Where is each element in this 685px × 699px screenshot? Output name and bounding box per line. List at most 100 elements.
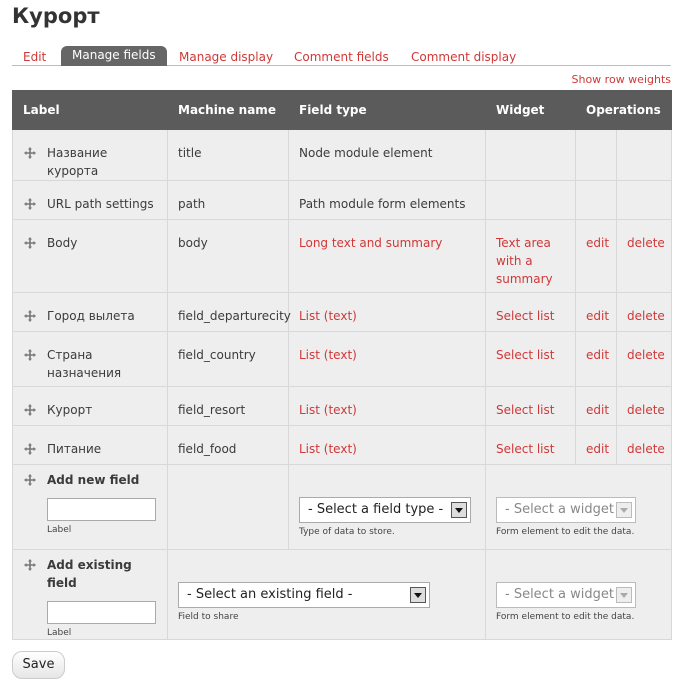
header-field-type: Field type bbox=[288, 90, 486, 130]
tab-bar: Edit Manage fields Manage display Commen… bbox=[12, 46, 671, 66]
edit-link[interactable]: edit bbox=[586, 403, 609, 417]
page-title: Курорт bbox=[12, 4, 100, 28]
table-row: Body body Long text and summary Text are… bbox=[12, 219, 673, 293]
table-header-row: Label Machine name Field type Widget Ope… bbox=[12, 90, 673, 130]
widget-link[interactable]: Select list bbox=[496, 442, 554, 456]
drag-handle-icon[interactable] bbox=[23, 236, 37, 250]
widget-select-value: - Select a widget - bbox=[505, 502, 623, 517]
add-existing-field-cell: Add existing field Label bbox=[12, 549, 168, 640]
table-row: Питание field_food List (text) Select li… bbox=[12, 425, 673, 465]
field-type-link[interactable]: List (text) bbox=[299, 309, 357, 323]
drag-handle-icon[interactable] bbox=[23, 309, 37, 323]
drag-handle-icon[interactable] bbox=[23, 558, 37, 572]
field-label: Страна назначения bbox=[47, 348, 122, 380]
save-button[interactable]: Save bbox=[12, 651, 65, 679]
delete-cell bbox=[615, 129, 673, 181]
existing-field-label-input[interactable] bbox=[47, 601, 156, 624]
new-field-label-help: Label bbox=[47, 525, 72, 535]
field-label-cell: URL path settings bbox=[12, 180, 168, 220]
table-row: Курорт field_resort List (text) Select l… bbox=[12, 386, 673, 426]
existing-field-select[interactable]: - Select an existing field - bbox=[178, 582, 430, 608]
field-type-link[interactable]: List (text) bbox=[299, 348, 357, 362]
machine-name: field_country bbox=[167, 331, 289, 387]
chevron-down-icon bbox=[451, 502, 467, 518]
edit-cell bbox=[575, 180, 617, 220]
field-type-link[interactable]: List (text) bbox=[299, 442, 357, 456]
existing-field-help: Field to share bbox=[178, 612, 239, 622]
tab-manage-display[interactable]: Manage display bbox=[179, 48, 273, 66]
drag-handle-icon[interactable] bbox=[23, 403, 37, 417]
field-label: Курорт bbox=[47, 403, 93, 417]
chevron-down-icon bbox=[616, 587, 632, 603]
field-type-help: Type of data to store. bbox=[299, 527, 395, 537]
header-machine-name: Machine name bbox=[167, 90, 289, 130]
widget-help: Form element to edit the data. bbox=[496, 612, 635, 622]
edit-link[interactable]: edit bbox=[586, 348, 609, 362]
delete-link[interactable]: delete bbox=[627, 236, 665, 250]
table-row: Название курорта title Node module eleme… bbox=[12, 129, 673, 181]
widget bbox=[485, 129, 576, 181]
empty-cell bbox=[167, 464, 289, 550]
field-type-select-value: - Select a field type - bbox=[308, 502, 444, 517]
existing-field-label-help: Label bbox=[47, 628, 72, 638]
delete-link[interactable]: delete bbox=[627, 403, 665, 417]
widget-help: Form element to edit the data. bbox=[496, 527, 635, 537]
existing-field-cell: - Select an existing field - Field to sh… bbox=[167, 549, 486, 640]
header-label: Label bbox=[12, 90, 168, 130]
existing-field-select-value: - Select an existing field - bbox=[187, 587, 353, 602]
field-label: Название курорта bbox=[47, 146, 108, 178]
tab-manage-fields[interactable]: Manage fields bbox=[61, 46, 167, 66]
edit-link[interactable]: edit bbox=[586, 236, 609, 250]
machine-name: field_resort bbox=[167, 386, 289, 426]
chevron-down-icon bbox=[616, 502, 632, 518]
machine-name: body bbox=[167, 219, 289, 293]
field-label-cell: Название курорта bbox=[12, 129, 168, 181]
fields-table: Label Machine name Field type Widget Ope… bbox=[12, 90, 673, 640]
add-new-field-title: Add new field bbox=[47, 473, 140, 487]
tab-edit[interactable]: Edit bbox=[23, 48, 46, 66]
add-existing-field-row: Add existing field Label - Select an exi… bbox=[12, 549, 673, 640]
field-label-cell: Body bbox=[12, 219, 168, 293]
widget-link[interactable]: Text area with a summary bbox=[496, 236, 553, 286]
field-label: Город вылета bbox=[47, 309, 135, 323]
header-operations: Operations bbox=[574, 90, 673, 130]
new-field-widget-select[interactable]: - Select a widget - bbox=[496, 497, 636, 523]
widget-cell: - Select a widget - Form element to edit… bbox=[484, 464, 673, 550]
drag-handle-icon[interactable] bbox=[23, 473, 37, 487]
drag-handle-icon[interactable] bbox=[23, 442, 37, 456]
edit-link[interactable]: edit bbox=[586, 442, 609, 456]
field-type-link[interactable]: List (text) bbox=[299, 403, 357, 417]
chevron-down-icon bbox=[410, 587, 426, 603]
field-type-select[interactable]: - Select a field type - bbox=[299, 497, 471, 523]
table-row: Город вылета field_departurecity List (t… bbox=[12, 292, 673, 332]
field-type: Node module element bbox=[288, 129, 486, 181]
widget-link[interactable]: Select list bbox=[496, 403, 554, 417]
drag-handle-icon[interactable] bbox=[23, 348, 37, 362]
delete-cell bbox=[615, 180, 673, 220]
machine-name: field_departurecity bbox=[167, 292, 291, 332]
tab-comment-fields[interactable]: Comment fields bbox=[294, 48, 389, 66]
new-field-label-input[interactable] bbox=[47, 498, 156, 521]
widget-cell: - Select a widget - Form element to edit… bbox=[484, 549, 673, 640]
edit-link[interactable]: edit bbox=[586, 309, 609, 323]
field-label: Body bbox=[47, 236, 78, 250]
table-row: Страна назначения field_country List (te… bbox=[12, 331, 673, 387]
drag-handle-icon[interactable] bbox=[23, 146, 37, 160]
delete-link[interactable]: delete bbox=[627, 442, 665, 456]
edit-cell bbox=[575, 129, 617, 181]
delete-link[interactable]: delete bbox=[627, 348, 665, 362]
tab-comment-display[interactable]: Comment display bbox=[411, 48, 516, 66]
widget-select-value: - Select a widget - bbox=[505, 587, 623, 602]
table-row: URL path settings path Path module form … bbox=[12, 180, 673, 220]
add-existing-field-title: Add existing field bbox=[47, 558, 132, 590]
drag-handle-icon[interactable] bbox=[23, 197, 37, 211]
delete-link[interactable]: delete bbox=[627, 309, 665, 323]
field-type-link[interactable]: Long text and summary bbox=[299, 236, 442, 250]
widget-link[interactable]: Select list bbox=[496, 348, 554, 362]
widget bbox=[485, 180, 576, 220]
widget-link[interactable]: Select list bbox=[496, 309, 554, 323]
show-row-weights-link[interactable]: Show row weights bbox=[572, 73, 672, 86]
existing-field-widget-select[interactable]: - Select a widget - bbox=[496, 582, 636, 608]
field-label-cell: Курорт bbox=[12, 386, 168, 426]
field-label: URL path settings bbox=[47, 197, 154, 211]
